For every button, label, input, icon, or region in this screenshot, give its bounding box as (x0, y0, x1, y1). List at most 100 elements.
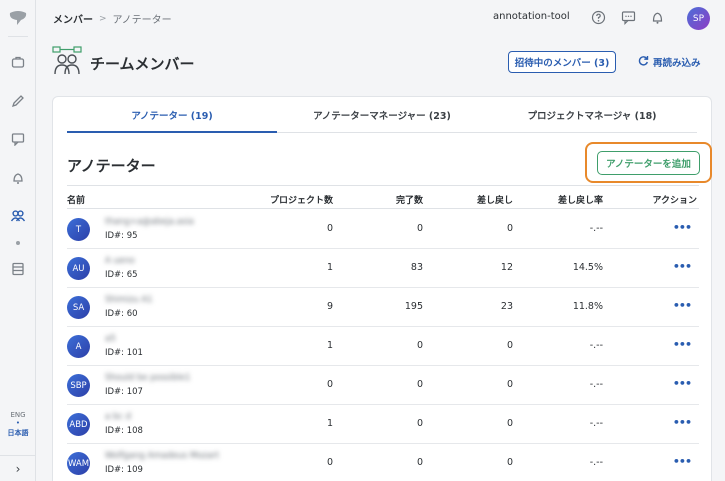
more-actions-icon[interactable]: ••• (673, 416, 692, 429)
project-count: 0 (326, 379, 333, 390)
member-id: ID#: 107 (105, 387, 143, 397)
completed-count: 0 (416, 340, 423, 351)
member-name[interactable]: Wolfgang Amadeus Mozart (105, 451, 219, 461)
returned-count: 0 (506, 379, 513, 390)
table-row: Aa5 ID#: 101 1 0 0 -.-- ••• (67, 327, 699, 366)
more-actions-icon[interactable]: ••• (673, 377, 692, 390)
member-avatar: T (67, 218, 90, 241)
bell-icon[interactable] (9, 169, 27, 187)
sidebar-divider (8, 36, 28, 37)
column-name: 名前 (67, 196, 86, 206)
returned-count: 12 (500, 262, 513, 273)
role-tabs: アノテーター (19) アノテーターマネージャー (23) プロジェクトマネージ… (67, 97, 697, 133)
pencil-icon[interactable] (9, 92, 27, 110)
tab-annotators[interactable]: アノテーター (19) (67, 97, 277, 133)
member-avatar: AU (67, 257, 90, 280)
chevron-right-icon: > (99, 13, 107, 24)
table-row: AU A ueno ID#: 65 1 83 12 14.5% ••• (67, 249, 699, 288)
member-name[interactable]: a bc d (105, 412, 131, 422)
project-count: 0 (326, 457, 333, 468)
column-action: アクション (652, 196, 697, 206)
return-rate: 14.5% (572, 262, 603, 273)
member-id: ID#: 95 (105, 231, 138, 241)
lang-ja-option[interactable]: 日本語 (0, 428, 36, 438)
sidebar: ENG • 日本語 › (0, 0, 36, 481)
member-avatar: SBP (67, 374, 90, 397)
table-row: WAM Wolfgang Amadeus Mozart ID#: 109 0 0 0 -.-… (67, 444, 699, 481)
return-rate: -.-- (589, 418, 603, 429)
returned-count: 0 (506, 340, 513, 351)
add-button-highlight: アノテーターを追加 (585, 142, 712, 183)
sidebar-expand-button[interactable]: › (0, 455, 36, 481)
member-name[interactable]: thang+a@abeja.asia (105, 217, 194, 227)
more-actions-icon[interactable]: ••• (673, 455, 692, 468)
more-actions-icon[interactable]: ••• (673, 221, 692, 234)
members-card: アノテーター (19) アノテーターマネージャー (23) プロジェクトマネージ… (52, 96, 712, 481)
top-bar: メンバー > アノテーター annotation-tool SP (37, 0, 725, 36)
comment-icon[interactable] (9, 130, 27, 148)
returned-count: 23 (500, 301, 513, 312)
project-count: 1 (326, 262, 333, 273)
member-id: ID#: 101 (105, 348, 143, 358)
add-annotator-button[interactable]: アノテーターを追加 (597, 150, 700, 175)
feedback-icon[interactable] (620, 9, 636, 25)
return-rate: -.-- (589, 379, 603, 390)
notification-bell-icon[interactable] (649, 9, 665, 25)
reload-button[interactable]: 再読み込み (638, 55, 701, 69)
app-logo-icon[interactable] (8, 10, 28, 26)
return-rate: 11.8% (572, 301, 603, 312)
reload-label: 再読み込み (653, 58, 701, 69)
project-count: 1 (326, 418, 333, 429)
completed-count: 195 (404, 301, 423, 312)
invited-members-button[interactable]: 招待中のメンバー (3) (508, 51, 616, 73)
completed-count: 0 (416, 223, 423, 234)
member-name[interactable]: A ueno (105, 256, 135, 266)
project-count: 1 (326, 340, 333, 351)
sidebar-dot (16, 241, 20, 245)
table-row: ABD a bc d ID#: 108 1 0 0 -.-- ••• (67, 405, 699, 444)
returned-count: 0 (506, 457, 513, 468)
member-avatar: ABD (67, 413, 90, 436)
completed-count: 0 (416, 418, 423, 429)
chevron-right-icon: › (15, 461, 21, 476)
project-name[interactable]: annotation-tool (493, 11, 570, 22)
returned-count: 0 (506, 223, 513, 234)
member-name[interactable]: a5 (105, 334, 116, 344)
project-count: 9 (326, 301, 333, 312)
member-id: ID#: 108 (105, 426, 143, 436)
member-id: ID#: 65 (105, 270, 138, 280)
breadcrumb-current[interactable]: メンバー (53, 11, 93, 26)
table-row: SBP Should be possible1 ID#: 107 0 0 0 -.-- ••• (67, 366, 699, 405)
more-actions-icon[interactable]: ••• (673, 338, 692, 351)
completed-count: 83 (410, 262, 423, 273)
return-rate: -.-- (589, 223, 603, 234)
member-avatar: A (67, 335, 90, 358)
member-rows: Tthang+a@abeja.asia ID#: 95 0 0 0 -.-- ••• AU A … (67, 210, 699, 481)
more-actions-icon[interactable]: ••• (673, 299, 692, 312)
member-name[interactable]: Shimizu A1 (105, 295, 153, 305)
tab-annotator-managers[interactable]: アノテーターマネージャー (23) (277, 97, 487, 132)
returned-count: 0 (506, 418, 513, 429)
storage-icon[interactable] (9, 260, 27, 278)
table-row: Tthang+a@abeja.asia ID#: 95 0 0 0 -.-- ••• (67, 210, 699, 249)
table-header: 名前 プロジェクト数 完了数 差し戻し 差し戻し率 アクション (67, 185, 699, 209)
column-returned: 差し戻し (476, 196, 513, 206)
return-rate: -.-- (589, 340, 603, 351)
more-actions-icon[interactable]: ••• (673, 260, 692, 273)
completed-count: 0 (416, 379, 423, 390)
members-icon[interactable] (9, 207, 27, 225)
member-name[interactable]: Should be possible1 (105, 373, 190, 383)
lang-eng-option[interactable]: ENG (0, 411, 36, 419)
help-icon[interactable] (590, 9, 606, 25)
member-id: ID#: 60 (105, 309, 138, 319)
tab-project-managers[interactable]: プロジェクトマネージャ (18) (487, 97, 697, 132)
breadcrumb: メンバー > アノテーター (53, 11, 172, 27)
page-title: チームメンバー (90, 55, 195, 73)
user-avatar[interactable]: SP (687, 7, 710, 30)
breadcrumb-next: アノテーター (112, 15, 172, 26)
briefcase-icon[interactable] (9, 53, 27, 71)
completed-count: 0 (416, 457, 423, 468)
member-avatar: SA (67, 296, 90, 319)
return-rate: -.-- (589, 457, 603, 468)
member-id: ID#: 109 (105, 465, 143, 475)
